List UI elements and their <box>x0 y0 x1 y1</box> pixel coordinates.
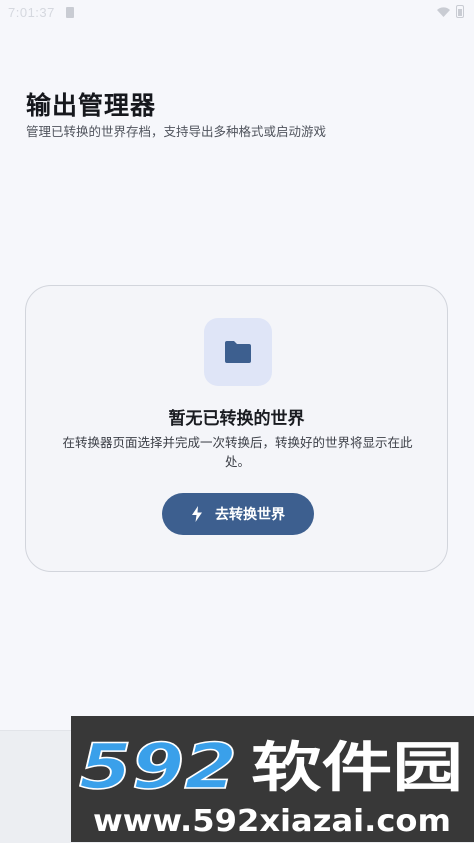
watermark-overlay: 592 软件园 www.592xiazai.com <box>71 716 474 842</box>
go-convert-button[interactable]: 去转换世界 <box>162 493 314 535</box>
lightning-icon <box>192 506 202 522</box>
folder-icon-tile <box>204 318 272 386</box>
status-bar: 7:01:37 <box>0 0 474 26</box>
watermark-graphic: 592 软件园 www.592xiazai.com <box>78 729 463 839</box>
wifi-icon <box>437 6 450 17</box>
empty-state-card: 暂无已转换的世界 在转换器页面选择并完成一次转换后，转换好的世界将显示在此处。 … <box>25 285 448 572</box>
folder-icon <box>225 341 251 363</box>
watermark-brand-number: 592 <box>79 730 237 803</box>
empty-state-title: 暂无已转换的世界 <box>168 409 305 429</box>
go-convert-button-label: 去转换世界 <box>215 507 285 523</box>
status-time: 7:01:37 <box>8 5 55 20</box>
battery-icon <box>456 5 464 18</box>
notification-icon <box>66 7 74 18</box>
status-icons <box>437 5 464 18</box>
page-title: 输出管理器 <box>26 91 157 120</box>
page-subtitle: 管理已转换的世界存档，支持导出多种格式或启动游戏 <box>26 124 327 139</box>
watermark-brand-text: 软件园 <box>251 736 463 799</box>
watermark-url: www.592xiazai.com <box>93 804 451 839</box>
empty-state-description: 在转换器页面选择并完成一次转换后，转换好的世界将显示在此处。 <box>62 435 413 469</box>
